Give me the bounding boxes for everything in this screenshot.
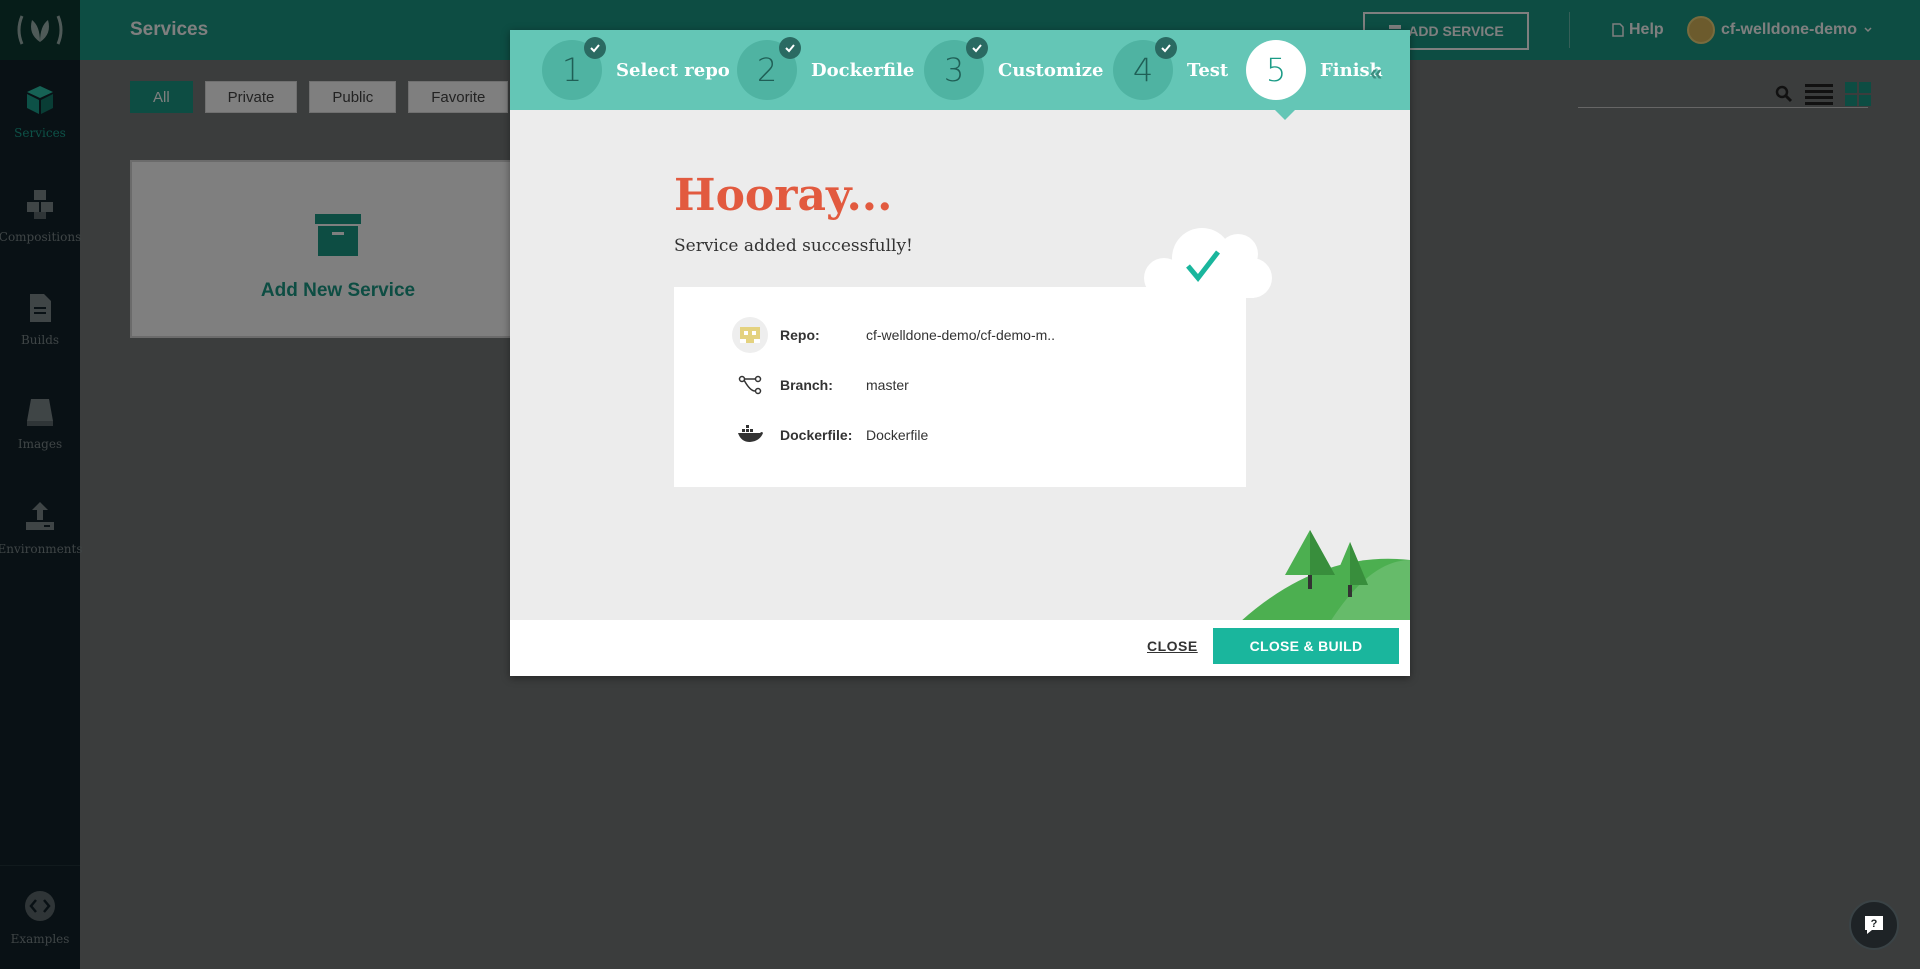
repo-label: Repo: (780, 327, 820, 343)
branch-value: master (866, 377, 909, 393)
dockerfile-row: Dockerfile: Dockerfile (732, 417, 928, 453)
step-number: 5 (1246, 40, 1306, 100)
step-number-text: 5 (1265, 51, 1287, 89)
step-label: Test (1187, 59, 1229, 81)
question-bubble-icon: ? (1865, 916, 1883, 934)
check-icon (584, 37, 606, 59)
step-number: 3 (924, 37, 988, 100)
step-label: Dockerfile (811, 59, 915, 81)
step-number: 4 (1113, 37, 1177, 100)
svg-text:?: ? (1871, 918, 1878, 930)
add-service-modal: 1 Select repo 2 Dockerfile 3 Customize 4 (510, 30, 1410, 676)
wizard-steps: 1 Select repo 2 Dockerfile 3 Customize 4 (510, 30, 1410, 110)
success-heading: Hooray... (674, 170, 893, 221)
step-number-text: 2 (756, 51, 778, 89)
docker-icon (732, 417, 768, 453)
step-pointer (1275, 110, 1295, 120)
step-label: Customize (998, 59, 1104, 81)
step-label: Select repo (616, 59, 730, 81)
repo-row: Repo: cf-welldone-demo/cf-demo-m.. (732, 317, 1055, 353)
step-number-text: 3 (943, 51, 965, 89)
hill-trees-illustration (1240, 530, 1410, 622)
repo-value: cf-welldone-demo/cf-demo-m.. (866, 327, 1056, 343)
dockerfile-label: Dockerfile: (780, 427, 853, 443)
success-message: Service added successfully! (674, 236, 913, 256)
check-icon (779, 37, 801, 59)
collapse-icon[interactable]: « (1370, 60, 1382, 86)
step-number-text: 1 (561, 51, 583, 89)
modal-footer: CLOSE CLOSE & BUILD (510, 620, 1410, 676)
repo-avatar-icon (732, 317, 768, 353)
help-chat-button[interactable]: ? (1849, 900, 1899, 950)
branch-row: Branch: master (732, 367, 909, 403)
step-customize[interactable]: 3 Customize (924, 37, 1104, 100)
step-select-repo[interactable]: 1 Select repo (542, 37, 730, 100)
cloud-check-icon (1144, 228, 1272, 298)
branch-icon (732, 367, 768, 403)
dockerfile-value: Dockerfile (866, 427, 929, 443)
step-test[interactable]: 4 Test (1113, 37, 1229, 100)
service-summary: Repo: cf-welldone-demo/cf-demo-m.. Branc… (674, 287, 1246, 487)
close-and-build-button[interactable]: CLOSE & BUILD (1213, 628, 1399, 664)
branch-label: Branch: (780, 377, 833, 393)
check-icon (966, 37, 988, 59)
step-number: 2 (737, 37, 801, 100)
step-number-text: 4 (1132, 51, 1154, 89)
step-dockerfile[interactable]: 2 Dockerfile (737, 37, 915, 100)
close-button[interactable]: CLOSE (1147, 638, 1198, 654)
check-icon (1155, 37, 1177, 59)
step-finish[interactable]: 5 Finish (1246, 40, 1383, 100)
step-number: 1 (542, 37, 606, 100)
